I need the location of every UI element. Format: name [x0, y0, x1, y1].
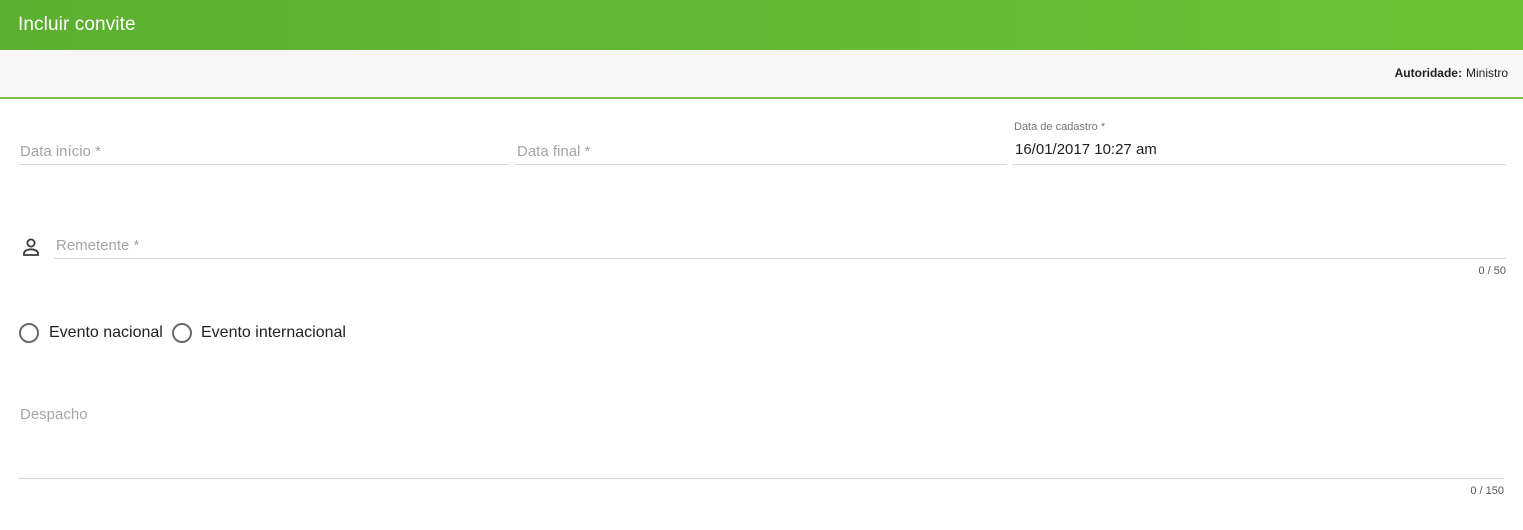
data-cadastro-value: 16/01/2017 10:27 am [1015, 141, 1157, 158]
remetente-counter: 0 / 50 [1478, 265, 1506, 277]
radio-label-nacional: Evento nacional [49, 324, 163, 341]
remetente-placeholder: Remetente * [56, 237, 140, 254]
authority-value: Ministro [1465, 66, 1508, 80]
data-inicio-underline [18, 164, 510, 165]
radio-circle-nacional[interactable] [19, 323, 39, 343]
page-title: Incluir convite [18, 14, 136, 35]
data-final-placeholder: Data final * [517, 143, 591, 160]
despacho-counter: 0 / 150 [1470, 485, 1504, 497]
authority-label: Autoridade: [1394, 66, 1462, 80]
data-cadastro-underline [1012, 164, 1506, 165]
radio-circle-internacional[interactable] [172, 323, 192, 343]
remetente-underline [54, 258, 1506, 259]
app-header: Incluir convite [0, 0, 1523, 50]
despacho-placeholder: Despacho [20, 406, 88, 423]
radio-label-internacional: Evento internacional [201, 324, 346, 341]
data-inicio-placeholder: Data início * [20, 143, 101, 160]
info-bar: Autoridade: Ministro [0, 50, 1523, 99]
person-icon [23, 238, 39, 256]
authority-info: Autoridade: Ministro [1395, 66, 1508, 80]
data-final-underline [515, 164, 1007, 165]
data-cadastro-label: Data de cadastro * [1014, 121, 1106, 133]
despacho-underline [18, 478, 1504, 479]
